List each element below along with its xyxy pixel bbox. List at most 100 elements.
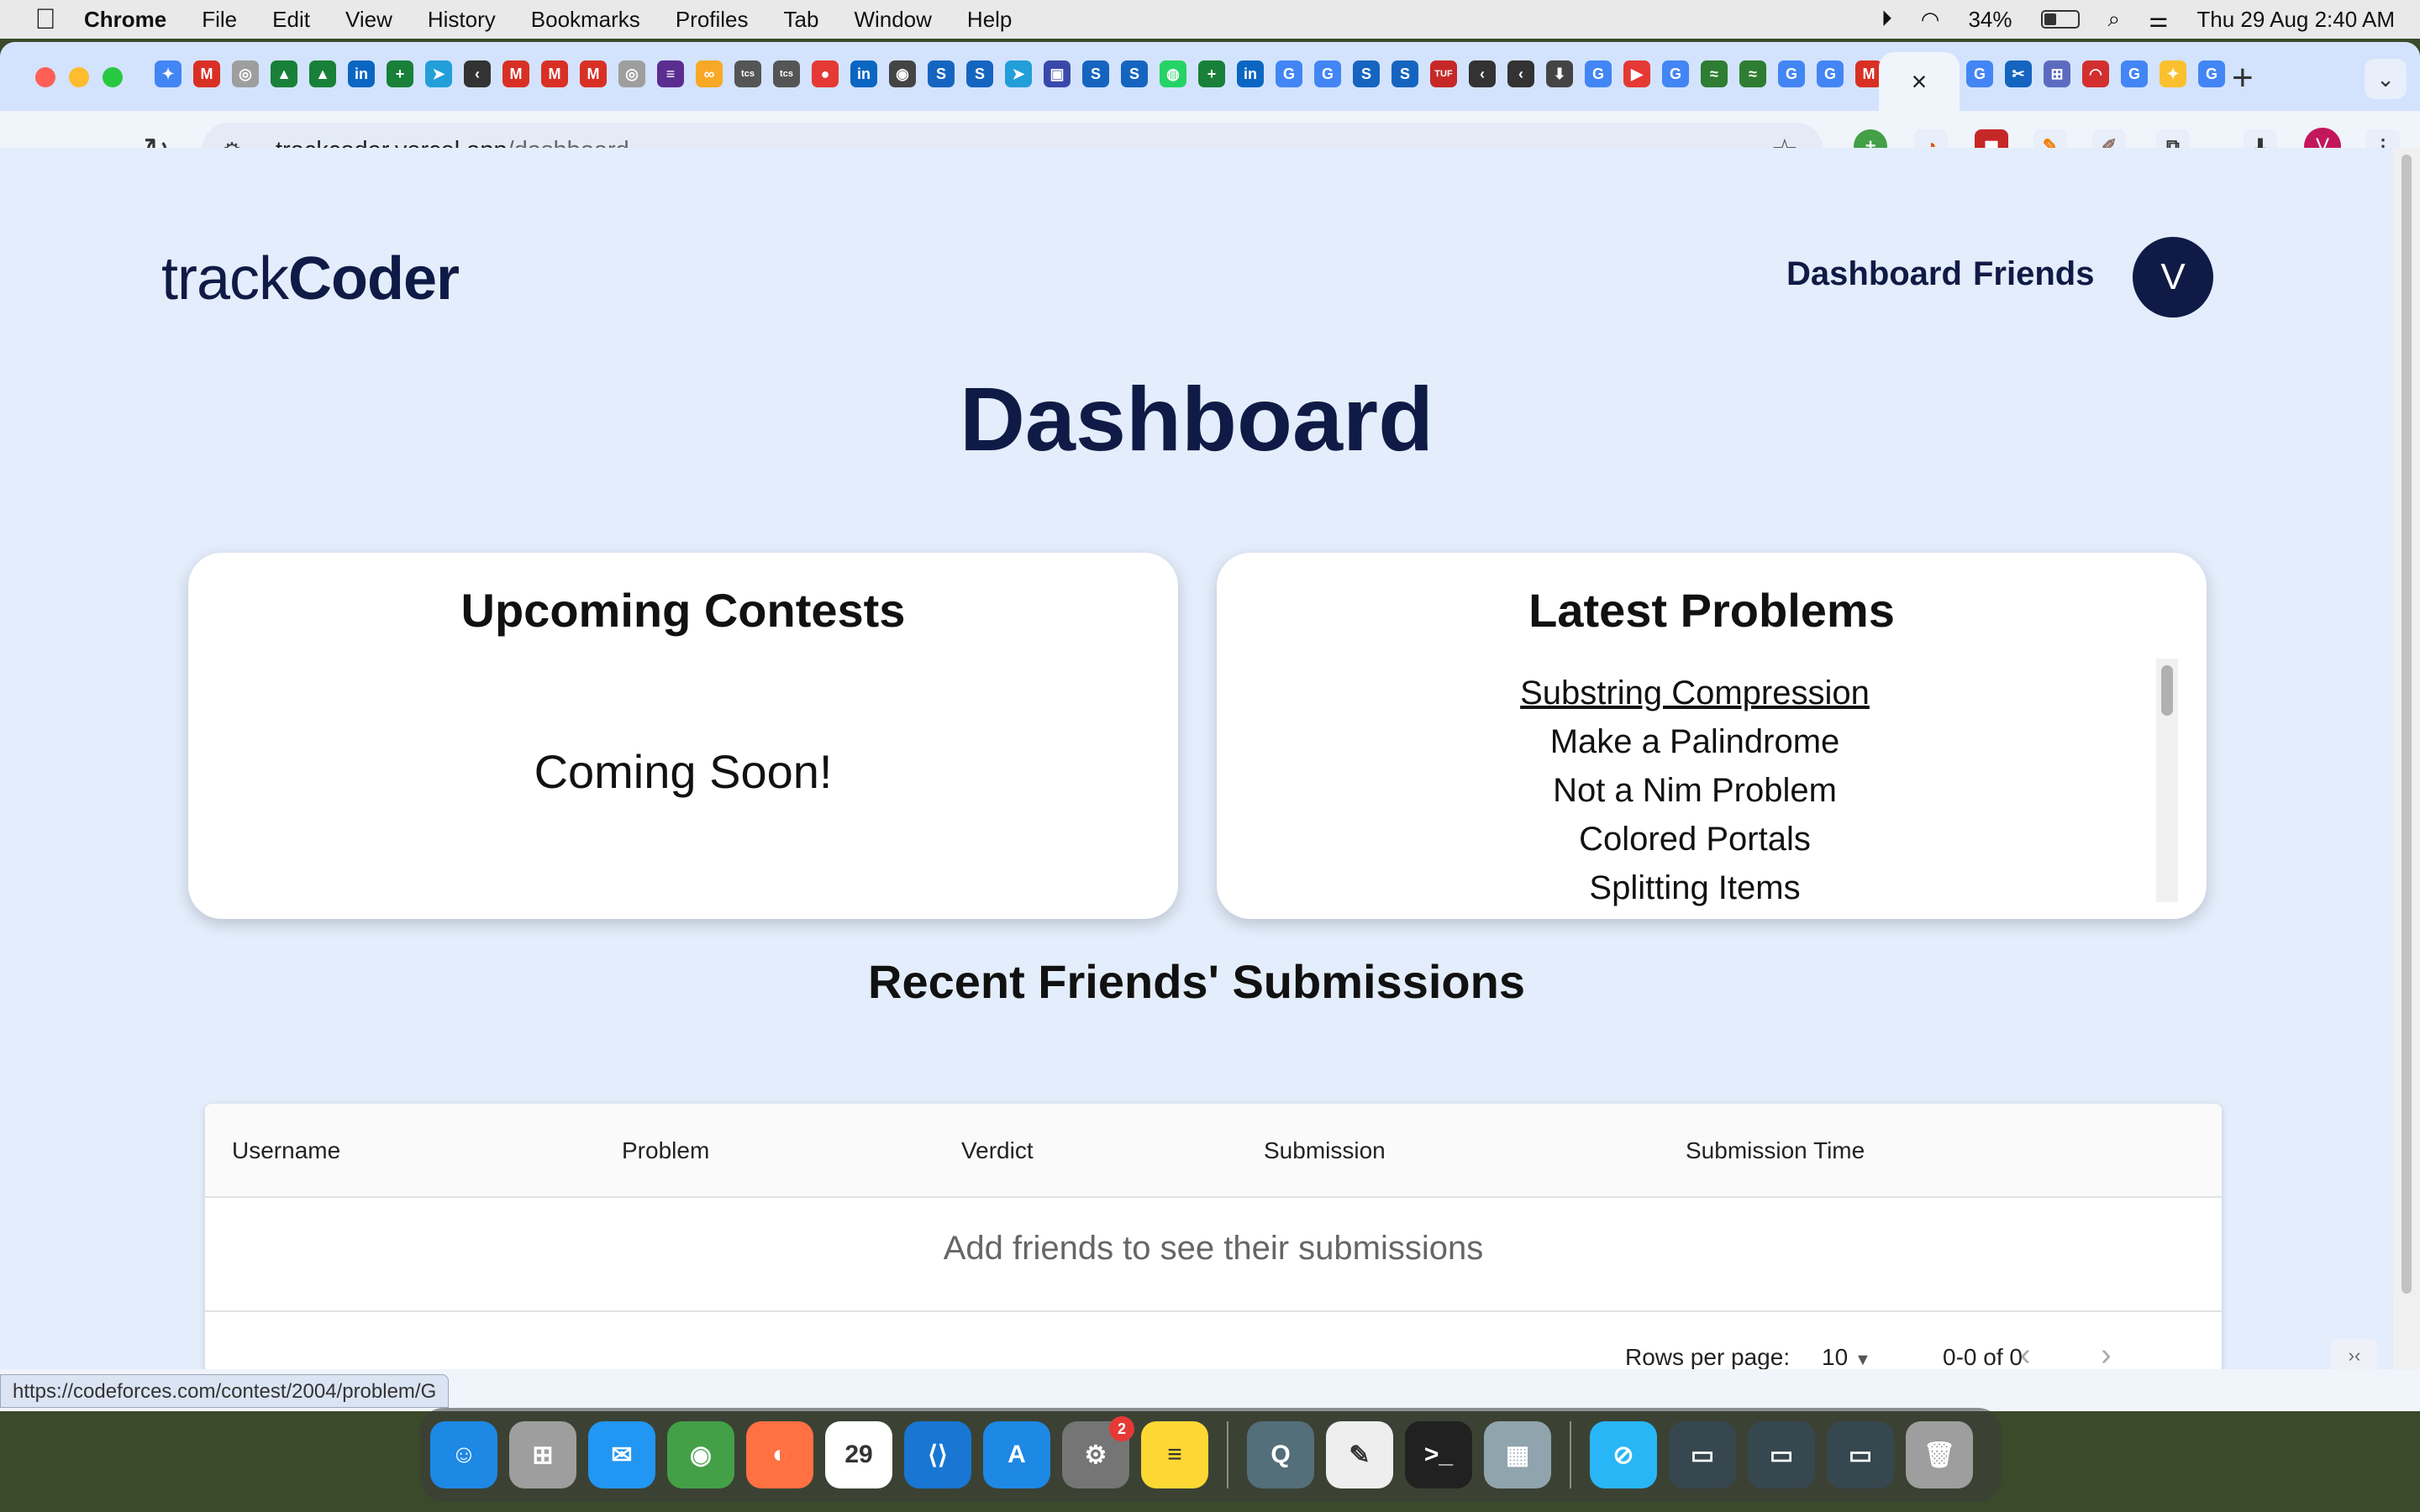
control-center-icon[interactable]: ⚌ [2149,7,2168,33]
tab-favicon[interactable]: ◍ [1160,60,1186,87]
tab-favicon[interactable]: S [1121,60,1148,87]
tab-favicon[interactable]: ✂ [2005,60,2032,87]
tab-favicon[interactable]: + [387,60,413,87]
dock-app-trash[interactable]: 🗑 [1906,1421,1973,1488]
dock-app-vs-code[interactable]: ⟨⟩ [904,1421,971,1488]
problem-link[interactable]: Substring Compression [1217,669,2173,717]
window-zoom-button[interactable] [103,67,123,87]
tab-favicon[interactable]: G [1662,60,1689,87]
site-logo[interactable]: trackCoder [161,244,460,313]
dock-app-firefox[interactable]: ◐ [746,1421,813,1488]
dock-app-mail[interactable]: ✉ [588,1421,655,1488]
tab-favicon[interactable]: ✦ [155,60,182,87]
battery-icon[interactable] [2040,10,2080,29]
previous-page-icon[interactable]: ‹ [2020,1337,2031,1369]
dock-app-system-settings[interactable]: ⚙ 2 [1062,1416,1134,1488]
new-tab-button[interactable]: + [2232,57,2254,99]
spotlight-search-icon[interactable]: ⌕ [2108,6,2121,33]
tab-favicon[interactable]: ▣ [1044,60,1071,87]
tab-favicon[interactable]: ⬇ [1546,60,1573,87]
tab-favicon[interactable]: G [1585,60,1612,87]
tab-favicon[interactable]: ◉ [889,60,916,87]
menu-tab[interactable]: Tab [784,7,819,33]
tab-favicon[interactable]: ≈ [1701,60,1728,87]
menu-view[interactable]: View [345,7,392,33]
dock-app-textedit[interactable]: ✎ [1326,1421,1393,1488]
menu-window[interactable]: Window [854,7,931,33]
problem-link[interactable]: Splitting Items [1217,864,2173,909]
tab-favicon[interactable]: G [1314,60,1341,87]
tab-favicon[interactable]: in [850,60,877,87]
tab-favicon[interactable]: ● [812,60,839,87]
tab-favicon[interactable]: + [1198,60,1225,87]
tab-search-button[interactable]: ⌄ [2365,59,2407,99]
menu-file[interactable]: File [202,7,237,33]
tab-favicon[interactable]: M [541,60,568,87]
tab-favicon[interactable]: ∞ [696,60,723,87]
tab-favicon[interactable]: M [502,60,529,87]
window-close-button[interactable] [35,67,55,87]
window-minimize-button[interactable] [69,67,89,87]
tab-favicon[interactable]: G [2121,60,2148,87]
tab-favicon[interactable]: S [1082,60,1109,87]
tab-favicon[interactable]: ‹ [464,60,491,87]
tab-favicon[interactable]: G [1276,60,1302,87]
tab-favicon[interactable]: ✦ [2160,60,2186,87]
dock-app-window-1[interactable]: ▭ [1669,1421,1736,1488]
floating-widget-icon[interactable]: ›‹ [2331,1339,2378,1369]
tab-favicon[interactable]: in [348,60,375,87]
tab-favicon[interactable]: tcs [773,60,800,87]
dock-app-launchpad[interactable]: ⊞ [509,1421,576,1488]
dock-app-safari[interactable]: ⊘ [1590,1421,1657,1488]
column-header-verdict[interactable]: Verdict [961,1137,1034,1164]
menu-history[interactable]: History [428,7,496,33]
tab-favicon[interactable]: ≈ [1739,60,1766,87]
dock-app-quicktime[interactable]: Q [1247,1421,1314,1488]
tab-favicon[interactable]: ‹ [1507,60,1534,87]
tab-favicon[interactable]: ◠ [2082,60,2109,87]
user-avatar[interactable]: V [2133,237,2213,318]
tab-favicon[interactable]: tcs [734,60,761,87]
tab-favicon[interactable]: ➤ [1005,60,1032,87]
nav-friends-link[interactable]: Friends [1973,255,2094,293]
tab-favicon[interactable]: G [1817,60,1844,87]
problem-list-scrollbar[interactable] [2156,659,2178,902]
tab-favicon[interactable]: ‹ [1469,60,1496,87]
dock-app-terminal[interactable]: >_ [1405,1421,1472,1488]
tab-active[interactable]: × [1879,52,1960,111]
dock-app-notes[interactable]: ≡ [1141,1421,1208,1488]
tab-favicon[interactable]: ◎ [618,60,645,87]
problem-link[interactable]: Colored Portals [1217,815,2173,864]
menu-app-name[interactable]: Chrome [84,7,166,33]
rows-per-page-select[interactable]: 10 ▼ [1822,1344,1871,1369]
dock-app-app-store[interactable]: A [983,1421,1050,1488]
wifi-icon[interactable]: ◠ [1921,7,1940,33]
tab-favicon[interactable]: S [928,60,955,87]
tab-favicon[interactable]: ◎ [232,60,259,87]
menu-clock[interactable]: Thu 29 Aug 2:40 AM [2196,7,2395,33]
tab-favicon[interactable]: G [1778,60,1805,87]
apple-menu-icon[interactable]:  [32,3,59,35]
play-icon[interactable]: ⏵ [1881,6,1892,33]
page-scrollbar[interactable] [2393,148,2420,1369]
problem-link[interactable]: Make a Palindrome [1217,717,2173,766]
problem-link[interactable]: Not a Nim Problem [1217,766,2173,815]
next-page-icon[interactable]: › [2101,1337,2112,1369]
menu-profiles[interactable]: Profiles [676,7,749,33]
tab-favicon[interactable]: ▶ [1623,60,1650,87]
tab-favicon[interactable]: ▲ [271,60,297,87]
tab-favicon[interactable]: ≡ [657,60,684,87]
dock-app-chrome[interactable]: ◉ [667,1421,734,1488]
column-header-submission-time[interactable]: Submission Time [1686,1137,1865,1164]
menu-help[interactable]: Help [967,7,1012,33]
dock-app-preview[interactable]: ▦ [1484,1421,1551,1488]
tab-favicon[interactable]: ▲ [309,60,336,87]
dock-app-window-3[interactable]: ▭ [1827,1421,1894,1488]
tab-favicon[interactable]: TUF [1430,60,1457,87]
tab-favicon[interactable]: M [580,60,607,87]
dock-app-window-2[interactable]: ▭ [1748,1421,1815,1488]
column-header-submission[interactable]: Submission [1264,1137,1386,1164]
column-header-username[interactable]: Username [232,1137,340,1164]
tab-favicon[interactable]: M [193,60,220,87]
dock-app-finder[interactable]: ☺ [430,1421,497,1488]
